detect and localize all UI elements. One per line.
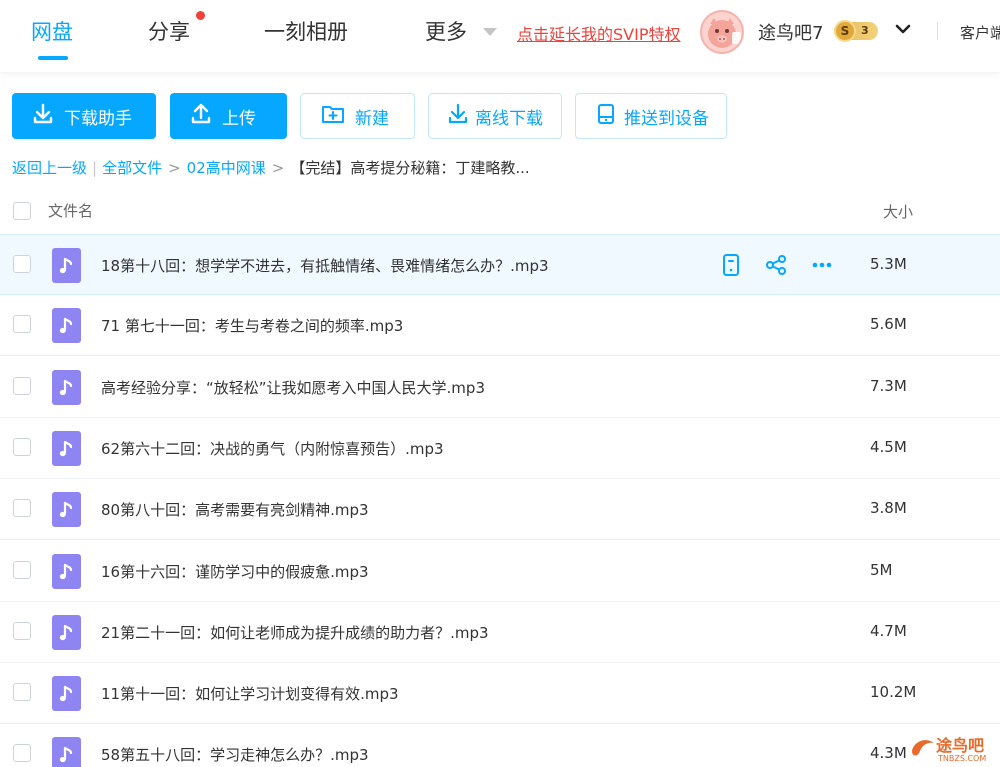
audio-file-icon — [52, 492, 81, 528]
svip-level: 3 — [861, 24, 869, 37]
file-row[interactable]: 21第二十一回：如何让老师成为提升成绩的助力者？.mp3 4.7M — [0, 602, 1000, 663]
audio-file-icon — [52, 614, 81, 650]
audio-file-icon — [52, 676, 81, 712]
breadcrumb-current: 【完结】高考提分秘籍：丁建略教... — [290, 159, 530, 177]
row-checkbox[interactable] — [13, 437, 31, 456]
share-notification-dot — [196, 11, 205, 20]
file-name[interactable]: 80第八十回：高考需要有亮剑精神.mp3 — [101, 499, 369, 520]
upload-label: 上传 — [222, 108, 256, 129]
breadcrumb-folder[interactable]: 02高中网课 — [187, 159, 266, 177]
breadcrumb-chevron-icon: > — [168, 159, 181, 177]
top-nav: 网盘 分享 一刻相册 更多 点击延长我的SVIP特权 途鸟吧7 S 3 客户端 — [0, 0, 1000, 72]
row-checkbox[interactable] — [13, 621, 31, 640]
push-to-device-label: 推送到设备 — [624, 108, 709, 129]
file-size: 4.7M — [870, 621, 907, 640]
column-header-size[interactable]: 大小 — [883, 201, 913, 222]
file-name[interactable]: 高考经验分享：“放轻松”让我如愿考入中国人民大学.mp3 — [101, 377, 485, 398]
upload-button[interactable]: 上传 — [170, 93, 287, 139]
nav-item-netdisk[interactable]: 网盘 — [31, 16, 73, 46]
svip-renew-link[interactable]: 点击延长我的SVIP特权 — [517, 21, 680, 45]
file-name[interactable]: 62第六十二回：决战的勇气（内附惊喜预告）.mp3 — [101, 438, 444, 459]
download-helper-label: 下载助手 — [64, 108, 132, 129]
nav-item-more[interactable]: 更多 — [425, 16, 467, 46]
file-row[interactable]: 58第五十八回：学习走神怎么办？.mp3 4.3M — [0, 724, 1000, 767]
breadcrumb-back-link[interactable]: 返回上一级 — [12, 159, 87, 177]
audio-file-icon — [52, 553, 81, 589]
row-checkbox[interactable] — [13, 376, 31, 395]
breadcrumb-chevron-icon: > — [271, 159, 285, 177]
file-size: 3.8M — [870, 499, 907, 518]
row-actions — [720, 253, 834, 281]
file-size: 4.5M — [870, 437, 907, 456]
audio-file-icon — [52, 248, 81, 283]
nav-divider — [937, 22, 938, 40]
share-icon[interactable] — [764, 253, 788, 281]
more-dropdown-icon[interactable] — [483, 28, 497, 36]
nav-item-share[interactable]: 分享 — [148, 16, 190, 46]
file-row[interactable]: 16第十六回：谨防学习中的假疲惫.mp3 5M — [0, 541, 1000, 602]
new-folder-button[interactable]: 新建 — [300, 93, 415, 139]
more-icon[interactable] — [810, 253, 834, 281]
row-checkbox[interactable] — [13, 560, 31, 579]
new-folder-label: 新建 — [355, 108, 389, 129]
username[interactable]: 途鸟吧7 — [758, 19, 823, 45]
audio-file-icon — [52, 430, 81, 466]
offline-download-label: 离线下载 — [475, 108, 543, 129]
client-download-link[interactable]: 客户端 — [960, 22, 1000, 43]
row-checkbox[interactable] — [13, 683, 31, 702]
file-name[interactable]: 21第二十一回：如何让老师成为提升成绩的助力者？.mp3 — [101, 622, 489, 643]
device-icon — [596, 103, 616, 130]
row-checkbox[interactable] — [13, 499, 31, 518]
offline-download-button[interactable]: 离线下载 — [428, 93, 562, 139]
file-name[interactable]: 58第五十八回：学习走神怎么办？.mp3 — [101, 744, 369, 765]
file-list-header: 文件名 大小 — [0, 192, 1000, 232]
file-name[interactable]: 11第十一回：如何让学习计划变得有效.mp3 — [101, 683, 399, 704]
file-size: 10.2M — [870, 683, 917, 702]
file-size: 5M — [870, 560, 893, 579]
breadcrumb-all-files[interactable]: 全部文件 — [102, 159, 162, 177]
audio-file-icon — [52, 737, 81, 767]
upload-icon — [190, 103, 212, 130]
download-icon — [32, 103, 54, 130]
file-row[interactable]: 80第八十回：高考需要有亮剑精神.mp3 3.8M — [0, 479, 1000, 541]
chevron-down-icon[interactable] — [894, 20, 912, 42]
offline-download-icon — [447, 103, 469, 130]
nav-active-indicator — [38, 56, 68, 60]
row-checkbox[interactable] — [13, 744, 31, 763]
file-row[interactable]: 71 第七十一回：考生与考卷之间的频率.mp3 5.6M — [0, 295, 1000, 357]
file-size: 5.3M — [870, 255, 907, 273]
svip-level-badge: S 3 — [834, 20, 878, 42]
breadcrumb: 返回上一级 | 全部文件 >02高中网课 > 【完结】高考提分秘籍：丁建略教... — [12, 157, 530, 178]
file-row[interactable]: 62第六十二回：决战的勇气（内附惊喜预告）.mp3 4.5M — [0, 418, 1000, 479]
avatar[interactable] — [700, 10, 744, 54]
file-row[interactable]: 18第十八回：想学学不进去，有抵触情绪、畏难情绪怎么办？.mp3 5.3M — [0, 234, 1000, 295]
file-size: 4.3M — [870, 744, 907, 763]
push-device-icon[interactable] — [720, 253, 742, 281]
row-checkbox[interactable] — [13, 255, 31, 273]
download-helper-button[interactable]: 下载助手 — [12, 93, 156, 139]
file-row[interactable]: 11第十一回：如何让学习计划变得有效.mp3 10.2M — [0, 663, 1000, 725]
new-folder-icon — [321, 103, 345, 130]
watermark-text: 途鸟吧 — [936, 736, 985, 755]
watermark-subtext: TNBZS.COM — [938, 754, 987, 763]
breadcrumb-separator: | — [92, 159, 98, 177]
svip-s-icon: S — [834, 20, 856, 42]
push-to-device-button[interactable]: 推送到设备 — [575, 93, 727, 139]
row-checkbox[interactable] — [13, 315, 31, 334]
audio-file-icon — [52, 308, 81, 344]
nav-item-album[interactable]: 一刻相册 — [264, 16, 348, 46]
file-row[interactable]: 高考经验分享：“放轻松”让我如愿考入中国人民大学.mp3 7.3M — [0, 357, 1000, 418]
audio-file-icon — [52, 369, 81, 405]
file-name[interactable]: 18第十八回：想学学不进去，有抵触情绪、畏难情绪怎么办？.mp3 — [101, 255, 549, 276]
watermark: 途鸟吧 TNBZS.COM — [906, 730, 1000, 767]
file-name[interactable]: 16第十六回：谨防学习中的假疲惫.mp3 — [101, 561, 369, 582]
select-all-checkbox[interactable] — [13, 202, 31, 220]
column-header-name[interactable]: 文件名 — [48, 200, 93, 221]
file-name[interactable]: 71 第七十一回：考生与考卷之间的频率.mp3 — [101, 315, 403, 336]
file-size: 5.6M — [870, 315, 907, 334]
bird-logo-icon — [912, 740, 934, 756]
file-size: 7.3M — [870, 376, 907, 395]
